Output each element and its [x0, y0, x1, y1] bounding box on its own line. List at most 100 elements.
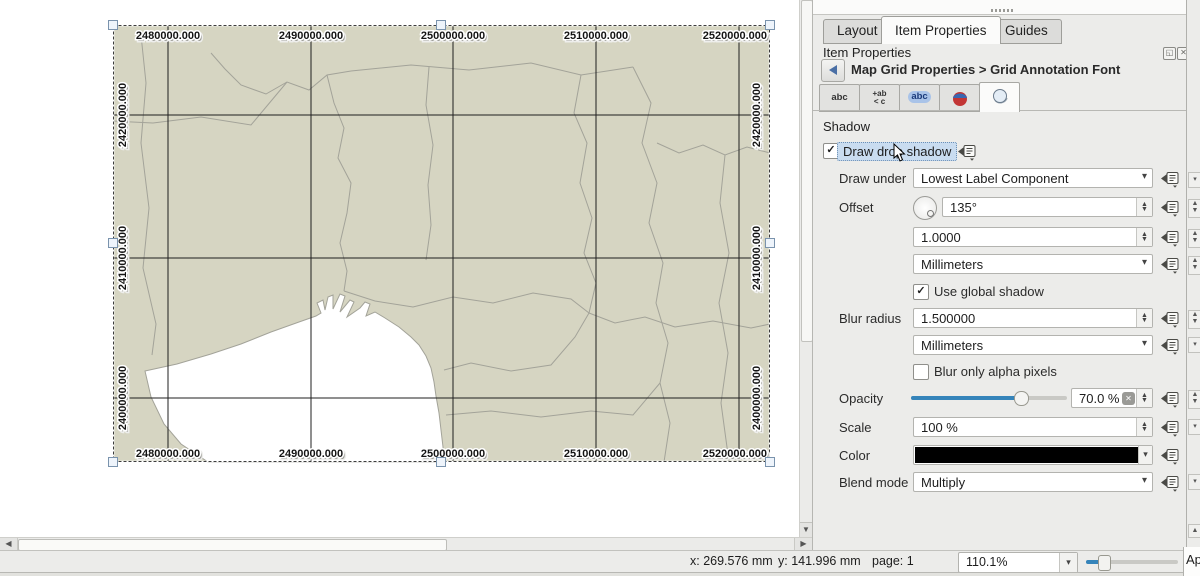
zoom-level-combobox[interactable]: 110.1% ▾ — [958, 552, 1078, 573]
offset-dial[interactable] — [913, 196, 937, 220]
draw-drop-shadow-row: ✓ Draw drop shadow — [813, 141, 1187, 162]
spinner-arrows-icon[interactable]: ▲▼ — [1136, 198, 1152, 216]
background-icon — [951, 90, 969, 106]
tab-guides[interactable]: Guides — [991, 19, 1062, 44]
data-defined-override-icon[interactable] — [1159, 418, 1181, 437]
blend-mode-row: Blend mode Multiply ▾ — [813, 472, 1187, 493]
data-defined-override-icon[interactable] — [1159, 169, 1181, 188]
svg-text:2490000.000: 2490000.000 — [279, 30, 343, 42]
slider-fill — [911, 396, 1020, 400]
canvas-vertical-scrollbar[interactable]: ▼ — [799, 0, 813, 537]
use-global-shadow-checkbox[interactable]: ✓ — [913, 284, 929, 300]
data-defined-override-icon[interactable] — [1159, 446, 1181, 465]
scroll-right-icon[interactable]: ▶ — [794, 538, 812, 550]
cropped-right-panel-strip: ▾ ▲▼ ▲▼ ▲▼ ▲▼ ▾ ▲▼ ▾ ▾ ▲ — [1186, 0, 1200, 547]
float-panel-icon[interactable]: ◱ — [1163, 47, 1176, 60]
data-defined-override-icon[interactable] — [1159, 389, 1181, 408]
data-defined-override-icon[interactable] — [1159, 198, 1181, 217]
selection-handle — [109, 458, 118, 467]
apply-button-cropped[interactable]: Ap — [1183, 547, 1200, 576]
tab-background[interactable] — [939, 84, 980, 112]
data-defined-override-icon[interactable] — [956, 142, 978, 161]
chevron-down-icon: ▾ — [1188, 419, 1200, 435]
blur-units-row: Millimeters ▾ — [813, 335, 1187, 356]
tab-formatting[interactable]: +ab< c — [859, 84, 900, 112]
chevron-down-icon[interactable]: ▾ — [1059, 553, 1077, 572]
scale-spinbox[interactable]: 100 % ▲▼ — [913, 417, 1153, 437]
spinner-arrows-icon[interactable]: ▲▼ — [1136, 418, 1152, 436]
svg-text:2420000.000: 2420000.000 — [751, 83, 763, 147]
dial-knob-icon — [927, 210, 934, 217]
spinner-fragment-icon: ▲▼ — [1188, 256, 1200, 275]
spinner-fragment-icon: ▲▼ — [1188, 310, 1200, 329]
data-defined-override-icon[interactable] — [1159, 228, 1181, 247]
canvas-horizontal-scrollbar[interactable]: ◀ ▶ — [0, 537, 812, 551]
selection-handle — [437, 458, 446, 467]
spinner-fragment-icon: ▲▼ — [1188, 199, 1200, 218]
dock-title-strip — [813, 0, 1187, 15]
scroll-down-icon[interactable]: ▼ — [800, 522, 812, 537]
zoom-slider[interactable] — [1086, 552, 1178, 571]
data-defined-override-icon[interactable] — [1159, 336, 1181, 355]
chevron-down-icon: ▾ — [1188, 474, 1200, 490]
scale-row: Scale 100 % ▲▼ — [813, 417, 1187, 438]
svg-text:2410000.000: 2410000.000 — [751, 226, 763, 290]
offset-label: Offset — [839, 200, 873, 215]
chevron-down-icon: ▾ — [1142, 338, 1147, 349]
tab-shadow[interactable] — [979, 82, 1020, 112]
qgis-layout-window: 2480000.0002480000.0002480000.0002480000… — [0, 0, 1200, 576]
blur-units-value: Millimeters — [921, 338, 983, 353]
offset-distance-spinbox[interactable]: 1.0000 ▲▼ — [913, 227, 1153, 247]
spinner-fragment-icon: ▲▼ — [1188, 390, 1200, 409]
slider-handle[interactable] — [1098, 555, 1111, 571]
tab-text[interactable]: abc — [819, 84, 860, 112]
blend-mode-select[interactable]: Multiply ▾ — [913, 472, 1153, 492]
data-defined-override-icon[interactable] — [1159, 473, 1181, 492]
selection-handle — [437, 21, 446, 30]
data-defined-override-icon[interactable] — [1159, 309, 1181, 328]
clear-value-icon[interactable]: ✕ — [1122, 392, 1135, 405]
tab-item-properties[interactable]: Item Properties — [881, 16, 1001, 44]
use-global-shadow-label[interactable]: Use global shadow — [934, 284, 1044, 299]
shadow-color-button[interactable]: ▾ — [913, 445, 1153, 465]
color-swatch — [915, 447, 1139, 463]
selection-handle — [109, 21, 118, 30]
blur-alpha-checkbox[interactable] — [913, 364, 929, 380]
tab-buffer[interactable]: abc — [899, 84, 940, 112]
chevron-down-icon[interactable]: ▾ — [1138, 446, 1152, 464]
offset-angle-spinbox[interactable]: 135° ▲▼ — [942, 197, 1153, 217]
opacity-slider[interactable] — [911, 392, 1067, 404]
chevron-down-icon: ▾ — [1142, 171, 1147, 182]
item-properties-panel: Layout Item Properties Guides Item Prope… — [812, 0, 1187, 550]
blur-radius-spinbox[interactable]: 1.500000 ▲▼ — [913, 308, 1153, 328]
dock-handle-icon[interactable] — [991, 9, 1015, 12]
blend-mode-value: Multiply — [921, 475, 965, 490]
opacity-row: Opacity 70.0 % ✕ ▲▼ — [813, 388, 1187, 409]
cursor-x-readout: x: 269.576 mm — [690, 554, 773, 568]
svg-text:2520000.000: 2520000.000 — [703, 448, 767, 460]
svg-text:2500000.000: 2500000.000 — [421, 448, 485, 460]
blur-units-select[interactable]: Millimeters ▾ — [913, 335, 1153, 355]
layout-canvas[interactable]: 2480000.0002480000.0002480000.0002480000… — [0, 0, 799, 537]
svg-text:2510000.000: 2510000.000 — [564, 448, 628, 460]
map-item[interactable]: 2480000.0002480000.0002480000.0002480000… — [113, 25, 770, 462]
blur-radius-label: Blur radius — [839, 311, 901, 326]
scroll-left-icon[interactable]: ◀ — [0, 538, 18, 550]
opacity-spinbox[interactable]: 70.0 % ✕ ▲▼ — [1071, 388, 1153, 408]
spinner-arrows-icon[interactable]: ▲▼ — [1136, 228, 1152, 246]
draw-under-select[interactable]: Lowest Label Component ▾ — [913, 168, 1153, 188]
svg-text:2400000.000: 2400000.000 — [117, 366, 129, 430]
scale-label: Scale — [839, 420, 872, 435]
svg-text:2420000.000: 2420000.000 — [117, 83, 129, 147]
offset-units-select[interactable]: Millimeters ▾ — [913, 254, 1153, 274]
svg-text:2500000.000: 2500000.000 — [421, 30, 485, 42]
spinner-arrows-icon[interactable]: ▲▼ — [1136, 389, 1152, 407]
slider-handle[interactable] — [1014, 391, 1029, 406]
scale-value: 100 % — [921, 420, 958, 435]
svg-text:2520000.000: 2520000.000 — [703, 30, 767, 42]
spinner-arrows-icon[interactable]: ▲▼ — [1136, 309, 1152, 327]
back-button[interactable] — [821, 59, 845, 82]
data-defined-override-icon[interactable] — [1159, 255, 1181, 274]
blur-alpha-label[interactable]: Blur only alpha pixels — [934, 364, 1057, 379]
panel-title: Item Properties — [823, 45, 911, 60]
